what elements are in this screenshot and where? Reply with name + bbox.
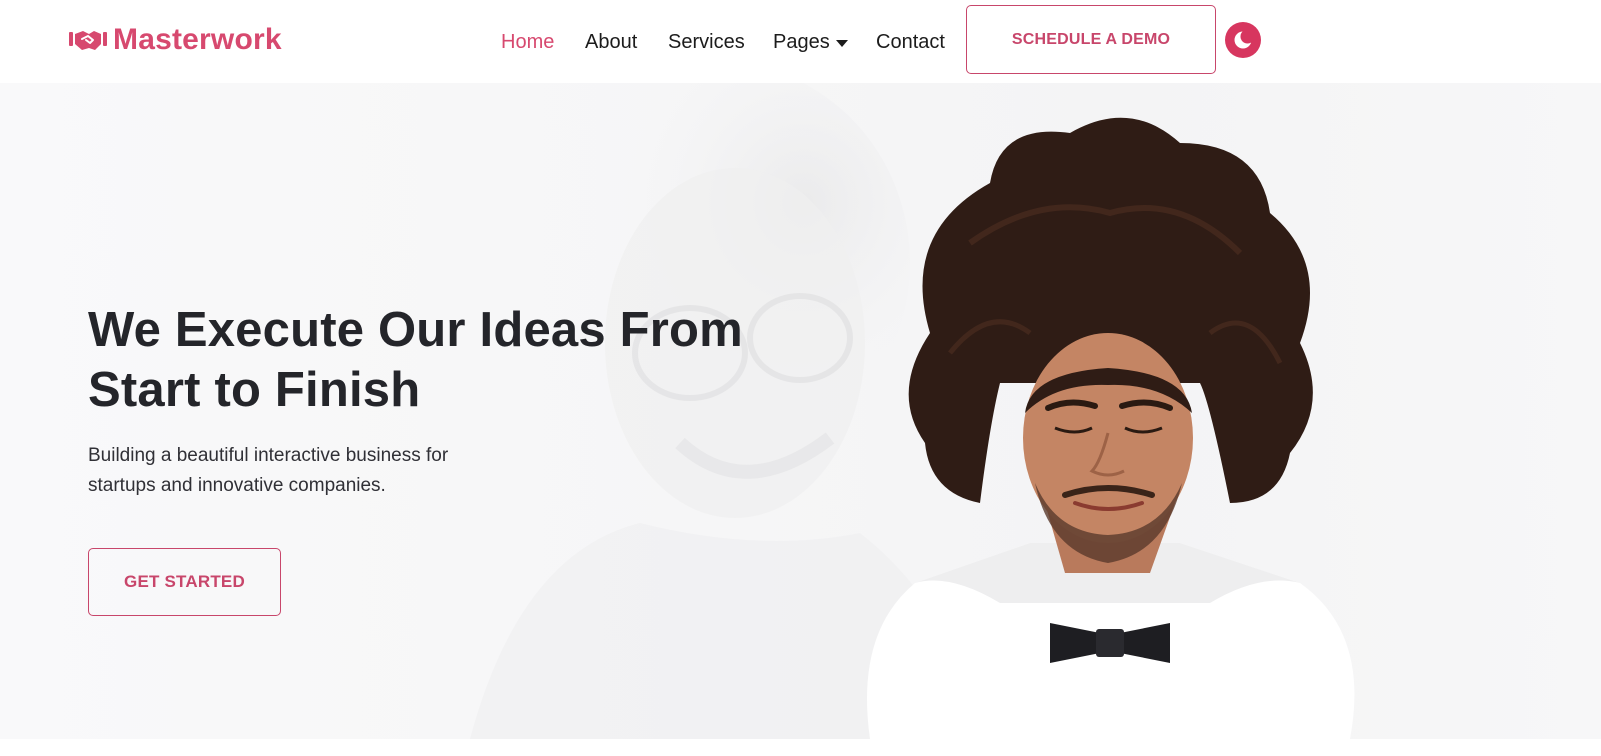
handshake-icon	[69, 31, 107, 50]
theme-toggle-button[interactable]	[1225, 22, 1261, 58]
nav-pages-dropdown[interactable]: Pages	[773, 28, 848, 56]
hero-photo	[867, 117, 1355, 739]
hero-subtitle: Building a beautiful interactive busines…	[88, 445, 449, 496]
caret-down-icon	[835, 39, 848, 47]
get-started-button[interactable]: GET STARTED	[88, 548, 281, 616]
brand-logo[interactable]: Masterwork	[69, 20, 282, 60]
nav-pages-label: Pages	[773, 31, 830, 53]
navbar: Masterwork Home About Services Pages Con…	[0, 0, 1601, 83]
nav-services[interactable]: Services	[668, 28, 745, 56]
hero-title-line1: We Execute Our Ideas From	[88, 303, 743, 357]
nav-home[interactable]: Home	[501, 28, 554, 56]
nav-contact[interactable]: Contact	[876, 28, 945, 56]
hero-section: We Execute Our Ideas From Start to Finis…	[0, 83, 1601, 739]
hero-title: We Execute Our Ideas From Start to Finis…	[88, 300, 788, 420]
nav-about[interactable]: About	[585, 28, 637, 56]
hero-title-line2: Start to Finish	[88, 363, 421, 417]
brand-name: Masterwork	[113, 23, 282, 56]
moon-icon	[1234, 29, 1254, 49]
schedule-demo-button[interactable]: SCHEDULE A DEMO	[966, 5, 1216, 74]
hero-content: We Execute Our Ideas From Start to Finis…	[88, 300, 788, 501]
